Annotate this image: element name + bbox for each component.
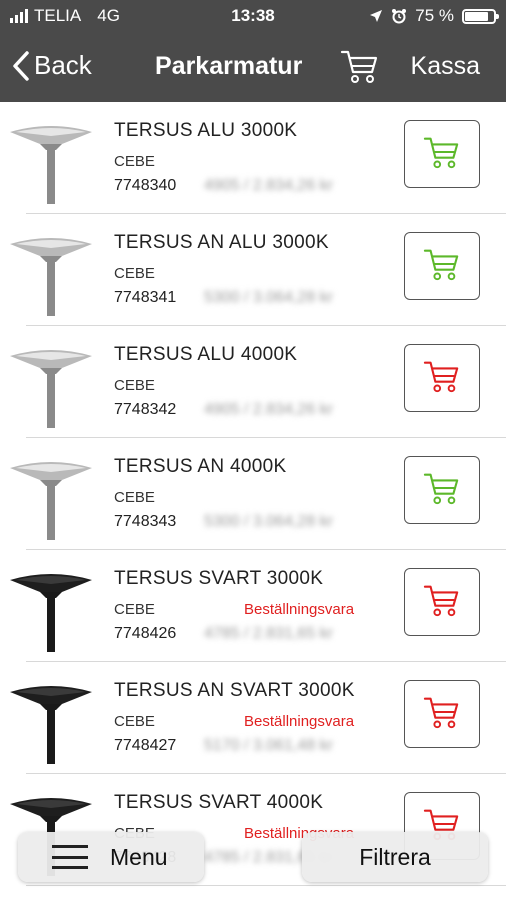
product-sku: 7748343 xyxy=(114,513,177,530)
product-name: TERSUS AN ALU 3000K xyxy=(114,232,329,253)
product-brand: CEBE xyxy=(114,601,155,618)
product-price: 5300 / 3.064,28 kr xyxy=(204,513,333,530)
product-brand: CEBE xyxy=(114,265,155,282)
cart-button[interactable] xyxy=(340,46,380,86)
product-name: TERSUS AN 4000K xyxy=(114,456,287,477)
product-name: TERSUS SVART 4000K xyxy=(114,792,324,813)
product-name: TERSUS ALU 4000K xyxy=(114,344,298,365)
back-label: Back xyxy=(34,50,92,80)
product-price: 4905 / 2.834,26 kr xyxy=(204,177,333,194)
filter-label: Filtrera xyxy=(359,843,431,870)
product-image[interactable] xyxy=(6,452,96,542)
add-to-cart-button[interactable] xyxy=(404,120,480,188)
product-brand: CEBE xyxy=(114,713,155,730)
product-brand: CEBE xyxy=(114,489,155,506)
product-image[interactable] xyxy=(6,564,96,654)
cart-icon xyxy=(423,245,461,288)
filter-button[interactable]: Filtrera xyxy=(302,832,488,882)
product-image[interactable] xyxy=(6,228,96,318)
menu-label: Menu xyxy=(110,843,168,870)
back-button[interactable]: Back xyxy=(12,50,92,81)
product-image[interactable] xyxy=(6,116,96,206)
add-to-cart-button[interactable] xyxy=(404,456,480,524)
product-name: TERSUS AN SVART 3000K xyxy=(114,680,355,701)
product-brand: CEBE xyxy=(114,377,155,394)
product-row[interactable]: TERSUS ALU 3000K CEBE 7748340 4905 / 2.834,… xyxy=(10,102,506,214)
battery-percent: 75 % xyxy=(415,6,454,25)
navigation-bar: Back Parkarmatur Kassa xyxy=(0,32,506,102)
location-icon xyxy=(370,10,383,22)
status-right: 75 % xyxy=(369,6,499,26)
product-row[interactable]: TERSUS AN ALU 3000K CEBE 7748341 5300 / 3.0… xyxy=(10,214,506,326)
cart-icon xyxy=(340,50,378,83)
product-sku: 7748427 xyxy=(114,737,177,754)
cart-icon xyxy=(423,469,461,512)
product-row[interactable]: TERSUS SVART 3000K CEBE 7748426 4785 / 2.83… xyxy=(10,550,506,662)
order-item-badge: Beställningsvara xyxy=(244,601,355,618)
product-sku: 7748426 xyxy=(114,625,177,642)
add-to-cart-button[interactable] xyxy=(404,344,480,412)
alarm-icon xyxy=(392,9,407,24)
product-row[interactable]: TERSUS AN 4000K CEBE 7748343 5300 / 3.064,2… xyxy=(10,438,506,550)
add-to-cart-button[interactable] xyxy=(404,680,480,748)
product-name: TERSUS SVART 3000K xyxy=(114,568,324,589)
hamburger-icon xyxy=(52,845,88,869)
bottom-toolbar: Menu Filtrera xyxy=(0,826,506,900)
status-bar: TELIA 4G 13:38 75 % xyxy=(0,0,506,32)
battery-icon xyxy=(462,8,499,24)
product-price: 5300 / 3.064,28 kr xyxy=(204,289,333,306)
product-name: TERSUS ALU 3000K xyxy=(114,120,298,141)
cart-icon xyxy=(423,357,461,400)
cart-icon xyxy=(423,133,461,176)
product-sku: 7748342 xyxy=(114,401,177,418)
product-image[interactable] xyxy=(6,676,96,766)
product-brand: CEBE xyxy=(114,153,155,170)
menu-button[interactable]: Menu xyxy=(18,832,204,882)
product-price: 4905 / 2.834,26 kr xyxy=(204,401,333,418)
page-title: Parkarmatur xyxy=(155,52,303,80)
checkout-button[interactable]: Kassa xyxy=(411,52,480,81)
cart-icon xyxy=(423,581,461,624)
product-list: TERSUS ALU 3000K CEBE 7748340 4905 / 2.834,… xyxy=(0,102,506,886)
product-row[interactable]: TERSUS AN SVART 3000K CEBE 7748427 5170 / 3… xyxy=(10,662,506,774)
product-image[interactable] xyxy=(6,340,96,430)
product-sku: 7748341 xyxy=(114,289,177,306)
add-to-cart-button[interactable] xyxy=(404,568,480,636)
product-row[interactable]: TERSUS ALU 4000K CEBE 7748342 4905 / 2.834,… xyxy=(10,326,506,438)
add-to-cart-button[interactable] xyxy=(404,232,480,300)
order-item-badge: Beställningsvara xyxy=(244,713,355,730)
chevron-left-icon xyxy=(13,50,29,81)
product-price: 5170 / 3.061,48 kr xyxy=(204,737,333,754)
product-price: 4785 / 2.831,65 kr xyxy=(204,625,333,642)
product-sku: 7748340 xyxy=(114,177,177,194)
cart-icon xyxy=(423,693,461,736)
